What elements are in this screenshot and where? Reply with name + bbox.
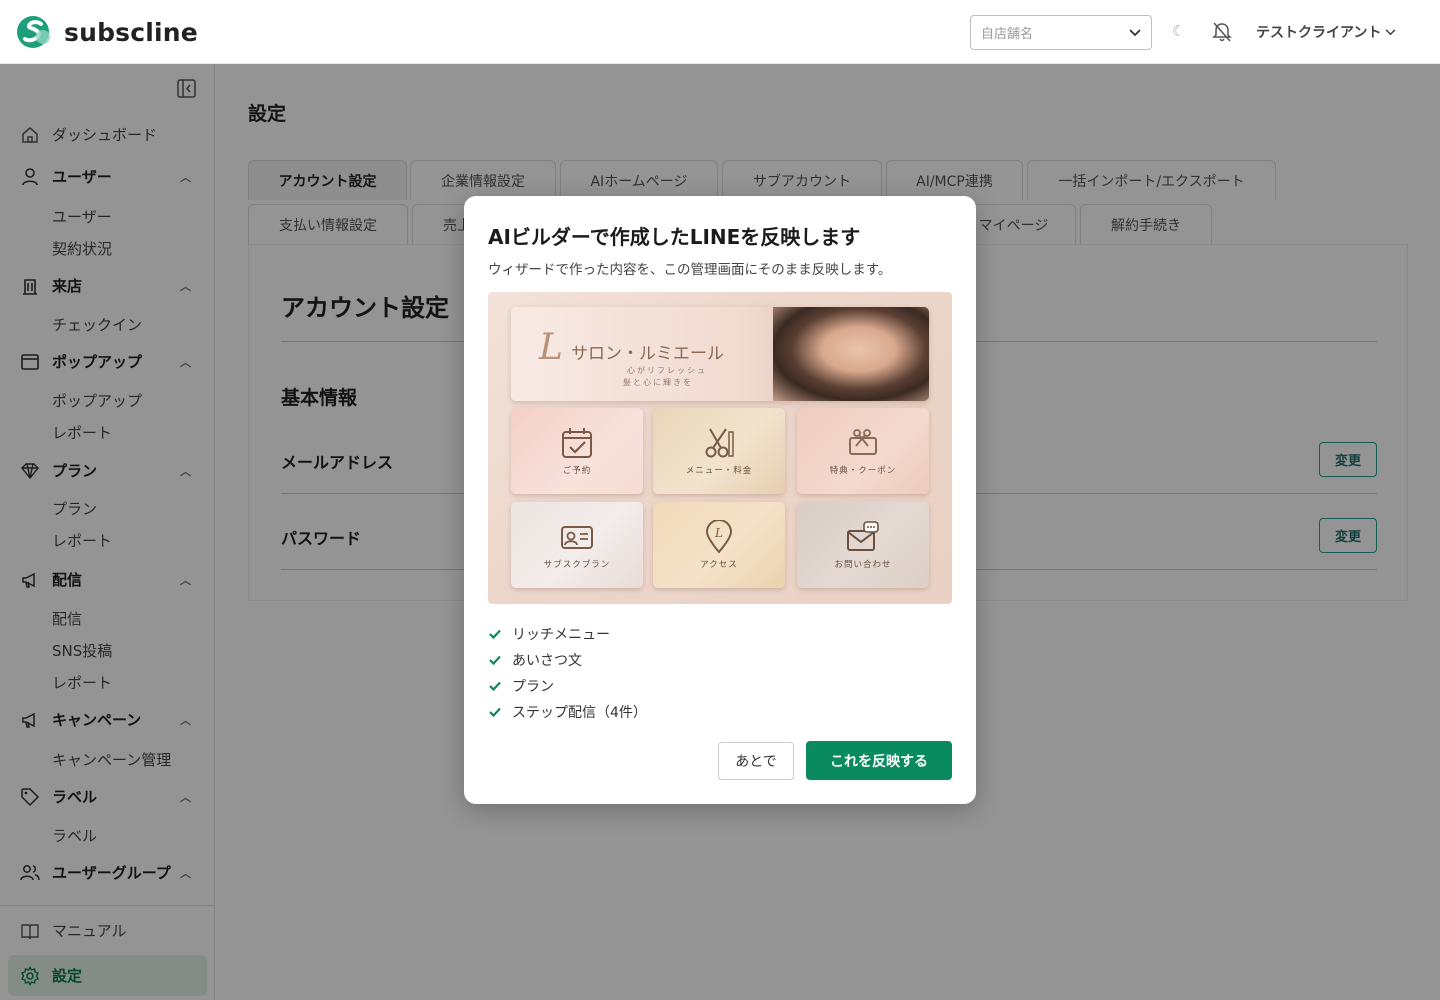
preview-banner: L サロン・ルミエール 心がリフレッシュ 髪と心に輝きを	[511, 307, 929, 401]
calendar-check-icon	[562, 428, 592, 458]
salon-photo	[773, 307, 929, 401]
scissors-icon	[705, 428, 734, 458]
tile-label: アクセス	[700, 560, 738, 570]
preview-tile: お問い合わせ	[797, 502, 929, 588]
preview-tile: メニュー・料金	[653, 408, 785, 494]
apply-button[interactable]: これを反映する	[806, 741, 952, 780]
check-icon	[489, 681, 501, 692]
mail-icon	[847, 521, 879, 551]
preview-tile: L アクセス	[653, 502, 785, 588]
tile-label: お問い合わせ	[834, 560, 892, 570]
modal-title: AIビルダーで作成したLINEを反映します	[488, 225, 861, 249]
preview-tile: 特典・クーポン	[797, 408, 929, 494]
modal-description: ウィザードで作った内容を、この管理画面にそのまま反映します。	[488, 262, 892, 278]
checklist-item: あいさつ文	[488, 647, 647, 673]
check-icon	[489, 655, 501, 666]
checklist-item: リッチメニュー	[488, 621, 647, 647]
tile-label: メニュー・料金	[685, 466, 753, 476]
checklist-label: ステップ配信（4件）	[512, 705, 647, 721]
svg-text:L: L	[714, 526, 723, 540]
later-button[interactable]: あとで	[718, 742, 794, 780]
shop-initial: L	[539, 327, 563, 368]
coupon-icon	[849, 429, 877, 455]
apply-checklist: リッチメニュー あいさつ文 プラン ステップ配信（4件）	[488, 621, 647, 725]
member-card-icon	[561, 526, 593, 549]
checklist-item: プラン	[488, 673, 647, 699]
checklist-label: プラン	[512, 679, 554, 695]
tile-label: 特典・クーポン	[829, 466, 897, 476]
preview-tile: サブスクプラン	[511, 502, 643, 588]
map-pin-icon: L	[705, 520, 733, 554]
tile-label: ご予約	[562, 466, 592, 476]
check-icon	[489, 629, 501, 640]
preview-tile: ご予約	[511, 408, 643, 494]
check-icon	[489, 707, 501, 718]
checklist-item: ステップ配信（4件）	[488, 699, 647, 725]
tile-label: サブスクプラン	[543, 560, 611, 570]
shop-tagline: 心がリフレッシュ	[627, 366, 707, 375]
shop-tagline: 髪と心に輝きを	[623, 378, 693, 387]
checklist-label: リッチメニュー	[512, 627, 610, 643]
header-backdrop	[0, 0, 1440, 64]
checklist-label: あいさつ文	[512, 653, 582, 669]
apply-line-modal: AIビルダーで作成したLINEを反映します ウィザードで作った内容を、この管理画…	[464, 196, 976, 804]
rich-menu-preview: L サロン・ルミエール 心がリフレッシュ 髪と心に輝きを ご予約 メニュー・料金…	[488, 292, 952, 604]
shop-name: サロン・ルミエール	[571, 344, 724, 364]
